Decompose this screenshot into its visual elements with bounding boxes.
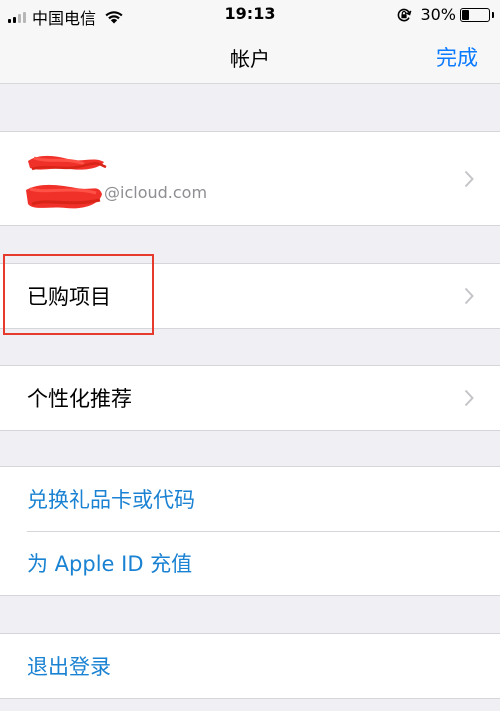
recommendations-section: 个性化推荐 — [0, 365, 500, 431]
account-row[interactable]: @icloud.com — [0, 132, 500, 225]
personalized-recommendations-row[interactable]: 个性化推荐 — [0, 366, 500, 430]
redacted-email-name — [26, 184, 102, 209]
account-section: @icloud.com — [0, 131, 500, 226]
sign-out-section: 退出登录 — [0, 633, 500, 699]
purchased-section: 已购项目 — [0, 263, 500, 329]
add-funds-row[interactable]: 为 Apple ID 充值 — [0, 531, 500, 595]
status-bar: 中国电信 19:13 30% — [0, 0, 500, 30]
sign-out-label: 退出登录 — [27, 655, 111, 679]
purchased-items-label: 已购项目 — [27, 285, 111, 309]
page-title: 帐户 — [230, 47, 270, 71]
sign-out-row[interactable]: 退出登录 — [0, 634, 500, 698]
funds-section: 兑换礼品卡或代码 为 Apple ID 充值 — [0, 466, 500, 596]
battery-nub — [491, 11, 494, 18]
purchased-items-row[interactable]: 已购项目 — [0, 264, 500, 328]
done-button[interactable]: 完成 — [436, 42, 478, 72]
email-suffix: @icloud.com — [104, 183, 208, 202]
battery-icon — [460, 7, 494, 22]
add-funds-label: 为 Apple ID 充值 — [27, 552, 193, 576]
chevron-right-icon — [464, 170, 474, 187]
chevron-right-icon — [464, 287, 474, 305]
redeem-gift-card-row[interactable]: 兑换礼品卡或代码 — [0, 467, 500, 531]
personalized-recommendations-label: 个性化推荐 — [27, 387, 132, 411]
battery-fill — [462, 9, 470, 20]
rotation-lock-icon — [398, 8, 412, 21]
navigation-bar: 帐户 完成 — [0, 30, 500, 84]
redeem-gift-card-label: 兑换礼品卡或代码 — [27, 488, 195, 512]
redacted-name — [28, 155, 107, 171]
status-bar-right: 30% — [396, 5, 494, 24]
chevron-right-icon — [464, 389, 474, 407]
account-email: @icloud.com — [24, 180, 234, 212]
battery-percent: 30% — [420, 5, 456, 24]
